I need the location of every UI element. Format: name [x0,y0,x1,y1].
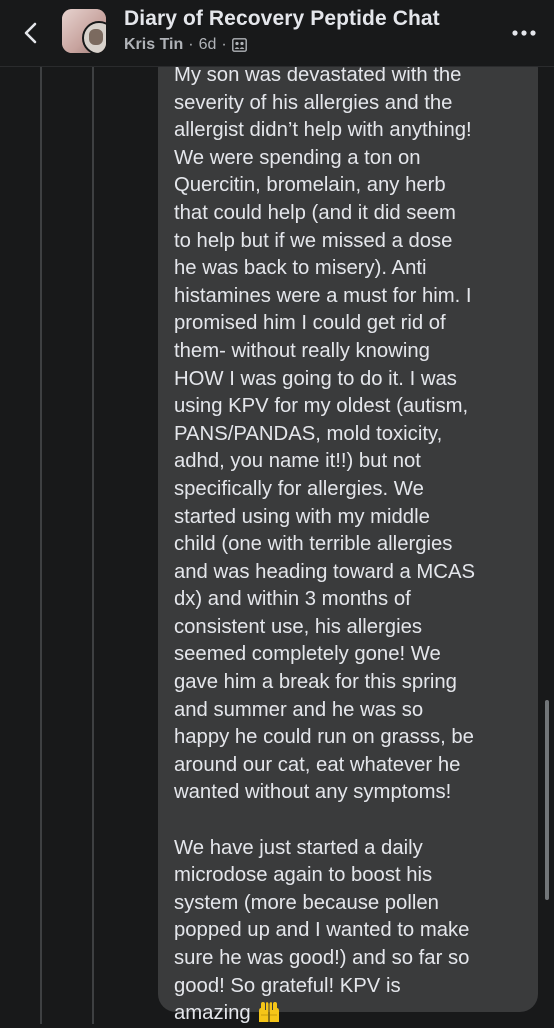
author-name[interactable]: Kris Tin [124,36,183,54]
more-dots-icon [512,30,536,36]
comment-paragraph-1: My son was devastated with the severity … [174,64,476,804]
scrollbar[interactable] [545,700,549,900]
comment-paragraph-2: We have just started a daily microdose a… [174,836,470,1025]
post-header: Diary of Recovery Peptide Chat Kris Tin … [0,0,554,67]
meta-separator: · [188,36,194,53]
comment-text: My son was devastated with the severity … [174,62,532,1028]
chevron-left-icon [24,22,37,44]
raising-hands-emoji [259,1002,280,1023]
thread-line [40,66,42,1024]
more-options-button[interactable] [510,24,538,42]
thread-line [92,66,94,1024]
group-icon [231,38,247,52]
post-meta: Kris Tin · 6d · [124,36,247,54]
group-avatar[interactable] [62,9,106,53]
group-name[interactable]: Diary of Recovery Peptide Chat [124,7,440,31]
back-button[interactable] [18,20,44,46]
post-time[interactable]: 6d [199,36,217,54]
meta-separator: · [221,36,227,53]
